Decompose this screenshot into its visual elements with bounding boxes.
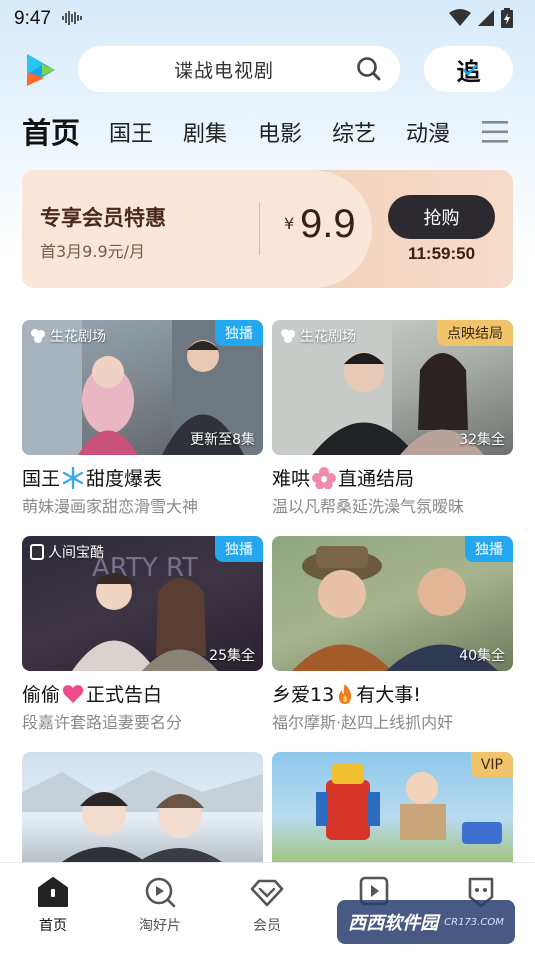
signal-icon	[478, 10, 494, 26]
poster-thumbnail[interactable]: 生花剧场 独播 更新至8集	[22, 320, 263, 455]
search-query: 谍战电视剧	[173, 59, 274, 82]
vip-currency: ¥	[284, 214, 295, 233]
vip-price: 9.9	[300, 202, 356, 246]
vip-diamond-icon	[250, 879, 284, 907]
card-title: 难哄 直通结局	[272, 466, 415, 490]
vip-badge: VIP	[470, 752, 513, 778]
fire-icon	[339, 683, 352, 704]
tab-series[interactable]: 剧集	[183, 116, 227, 148]
poster-thumbnail[interactable]: 生花剧场 点映结局 32集全	[272, 320, 513, 455]
tab-variety[interactable]: 综艺	[332, 116, 376, 148]
nav-home[interactable]: 首页	[13, 875, 93, 935]
site-watermark: 西西软件园 CR173.COM	[337, 900, 515, 944]
card-subtitle: 萌妹漫画家甜恋滑雪大神	[22, 497, 199, 516]
vibrate-icon	[62, 11, 82, 25]
finale-badge: 点映结局	[437, 320, 513, 346]
episode-count: 32集全	[459, 432, 505, 448]
wifi-icon	[449, 9, 471, 26]
studio-label: 生花剧场	[280, 326, 356, 346]
tab-home[interactable]: 首页	[22, 110, 80, 152]
exclusive-badge: 独播	[215, 320, 263, 346]
poster-thumbnail[interactable]: 独播 40集全	[272, 536, 513, 671]
studio-flower-icon	[281, 329, 295, 343]
card-subtitle: 温以凡帮桑延洗澡气氛暧昧	[272, 497, 465, 516]
poster-thumbnail[interactable]	[22, 752, 263, 862]
nav-discover[interactable]: 淘好片	[120, 875, 200, 935]
poster-thumbnail[interactable]: VIP	[272, 752, 513, 862]
category-tabs: 首页 国王 剧集 电影 综艺 动漫	[22, 108, 512, 152]
studio-label: 人间宝酷	[30, 542, 104, 562]
card-title: 国王 甜度爆表	[22, 466, 163, 490]
vip-buy-button[interactable]: 抢购	[388, 195, 495, 239]
search-bar[interactable]: 谍战电视剧	[78, 46, 400, 92]
vip-countdown: 11:59:50	[407, 244, 476, 263]
vip-title: 专享会员特惠	[40, 206, 166, 230]
vip-divider	[259, 203, 260, 255]
status-time: 9:47	[14, 8, 51, 29]
nav-label: 首页	[39, 918, 67, 934]
nav-vip[interactable]: 会员	[227, 875, 307, 935]
exclusive-badge: 独播	[215, 536, 263, 562]
vip-subtitle: 首3月9.9元/月	[40, 242, 146, 261]
tab-anime[interactable]: 动漫	[406, 116, 450, 148]
home-icon	[38, 877, 68, 907]
nav-label: 会员	[253, 918, 281, 934]
menu-icon[interactable]	[482, 120, 508, 144]
heart-icon	[62, 684, 84, 703]
snowflake-icon	[62, 466, 84, 489]
card-title: 乡爱13 有大事!	[272, 683, 421, 706]
exclusive-badge: 独播	[465, 536, 513, 562]
search-icon[interactable]	[356, 56, 382, 82]
app-logo-icon[interactable]	[24, 52, 58, 88]
status-bar: 9:47	[0, 0, 535, 38]
nav-label: 淘好片	[139, 918, 181, 934]
studio-flower-icon	[31, 329, 45, 343]
tab-movies[interactable]: 电影	[258, 116, 302, 148]
card-subtitle: 段嘉许套路追妻要名分	[22, 713, 183, 732]
episode-count: 40集全	[459, 648, 505, 664]
episode-count: 更新至8集	[190, 432, 255, 448]
card-subtitle: 福尔摩斯·赵四上线抓内奸	[272, 713, 454, 732]
poster-thumbnail[interactable]: ARTY RT 人间宝酷 独播 25集全	[22, 536, 263, 671]
tab-king[interactable]: 国王	[109, 116, 153, 148]
discover-icon	[145, 877, 176, 908]
battery-icon	[501, 8, 513, 28]
vip-promo-banner[interactable]: 专享会员特惠 首3月9.9元/月 ¥ 9.9 抢购 11:59:50	[22, 170, 513, 288]
episode-count: 25集全	[209, 648, 255, 664]
flower-icon	[312, 466, 337, 489]
studio-logo-icon	[30, 544, 44, 560]
studio-label: 生花剧场	[30, 326, 106, 346]
check-icon	[462, 64, 478, 76]
card-title: 偷偷 正式告白	[22, 684, 163, 706]
poster-image	[22, 770, 263, 862]
